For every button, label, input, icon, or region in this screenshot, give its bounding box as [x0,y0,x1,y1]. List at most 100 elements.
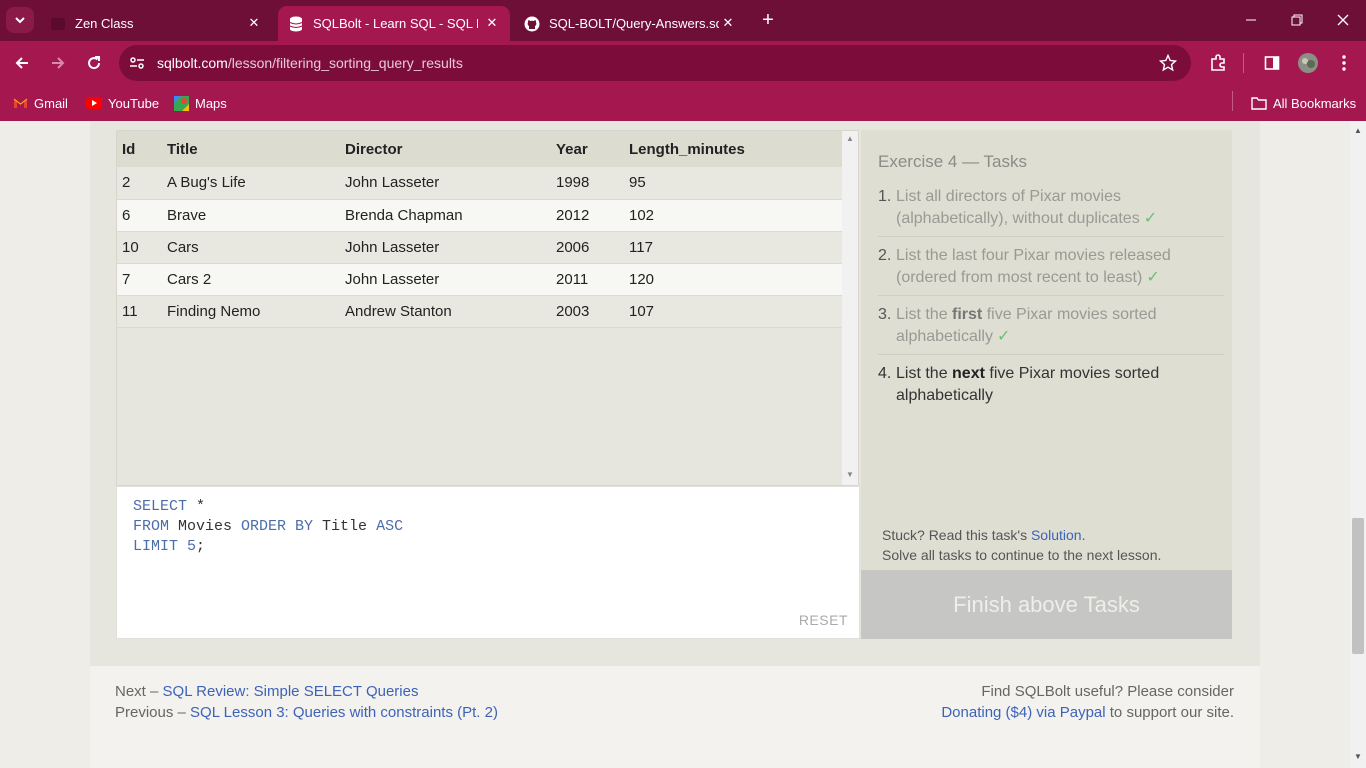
table-cell: 6 [117,199,162,232]
scroll-up-icon[interactable]: ▲ [1354,127,1362,135]
reset-button[interactable]: RESET [799,612,848,628]
table-row: 7 Cars 2 John Lasseter 2011 120 [117,263,843,296]
sql-keyword: LIMIT [133,538,179,555]
tab-zen-class[interactable]: Zen Class ✕ [40,6,272,41]
reload-icon [88,56,101,70]
table-row: 10 Cars John Lasseter 2006 117 [117,231,843,264]
stuck-label: Stuck? Read this task's [882,527,1031,543]
table-row: 2 A Bug's Life John Lasseter 1998 95 [117,167,843,200]
tab-github[interactable]: SQL-BOLT/Query-Answers.sql at ✕ [514,6,746,41]
sql-code[interactable]: SELECT * FROM Movies ORDER BY Title ASC … [133,497,403,557]
page-scrollbar[interactable]: ▲ ▼ [1350,121,1366,768]
table-cell: 1998 [551,167,624,200]
solve-all-note: Solve all tasks to continue to the next … [882,547,1162,563]
table-cell: 107 [624,295,843,328]
previous-prefix: Previous – [115,704,191,721]
sql-text: Movies [169,518,242,535]
table-cell: 95 [624,167,843,200]
task-text: List the [896,365,953,382]
avatar-icon [1298,53,1318,73]
bookmark-youtube[interactable]: YouTube [86,93,159,113]
column-header: Id [117,131,162,167]
close-window-button[interactable] [1332,10,1354,30]
previous-lesson-link[interactable]: SQL Lesson 3: Queries with constraints (… [190,704,498,721]
close-icon [1337,14,1349,26]
minimize-button[interactable] [1240,10,1262,30]
reload-button[interactable] [83,52,105,74]
scrollbar-thumb[interactable] [1352,518,1364,654]
tab-title: Zen Class [75,16,134,31]
bookmark-maps[interactable]: Maps [173,93,227,113]
column-header: Title [162,131,340,167]
task-item: 1. List all directors of Pixar movies (a… [878,186,1224,237]
tab-strip: Zen Class ✕ SQLBolt - Learn SQL - SQL Le… [0,0,1366,41]
browser-toolbar: sqlbolt.com/lesson/filtering_sorting_que… [0,41,1366,86]
sql-keyword: ORDER BY [241,518,314,535]
exercise-area: Id Title Director Year Length_minutes 2 … [90,121,1260,666]
star-icon[interactable] [1159,54,1177,72]
task-number: 1. [878,188,892,205]
help-text: Stuck? Read this task's Solution. Solve … [882,525,1161,565]
table-cell: 117 [624,231,843,264]
scroll-down-icon[interactable]: ▼ [846,471,854,479]
sql-text: Title [313,518,377,535]
table-cell: 2012 [551,199,624,232]
sql-text: * [187,498,206,515]
tab-sqlbolt[interactable]: SQLBolt - Learn SQL - SQL Lesson ✕ [278,6,510,41]
maps-icon [173,95,189,111]
restore-icon [1291,14,1303,26]
restore-button[interactable] [1286,10,1308,30]
next-lesson-link[interactable]: SQL Review: Simple SELECT Queries [163,683,419,700]
site-settings-icon[interactable] [129,55,145,71]
stuck-end: . [1081,527,1086,543]
table-cell: John Lasseter [340,167,551,200]
close-icon[interactable]: ✕ [720,15,736,31]
profile-avatar[interactable] [1297,52,1319,74]
new-tab-button[interactable]: + [758,9,778,31]
close-icon[interactable]: ✕ [246,15,262,31]
extensions-button[interactable] [1207,52,1229,74]
table-cell: 11 [117,295,162,328]
scroll-up-icon[interactable]: ▲ [846,135,854,143]
table-cell: John Lasseter [340,231,551,264]
sql-editor[interactable]: SELECT * FROM Movies ORDER BY Title ASC … [116,486,860,639]
finish-tasks-button[interactable]: Finish above Tasks [861,570,1232,639]
table-cell: Cars [162,231,340,264]
table-cell: Andrew Stanton [340,295,551,328]
sql-text: ; [196,538,206,555]
solution-link[interactable]: Solution [1031,527,1082,543]
side-panel-icon [1264,56,1280,70]
table-cell: 120 [624,263,843,296]
checkmark-icon: ✓ [996,328,1011,345]
toolbar-divider [1243,53,1244,73]
all-bookmarks-button[interactable]: All Bookmarks [1251,93,1356,113]
side-panel-button[interactable] [1261,52,1283,74]
task-number: 4. [878,365,892,382]
more-vertical-icon [1342,55,1346,71]
scroll-down-icon[interactable]: ▼ [1354,753,1362,761]
bookmark-label: Gmail [34,95,68,111]
browser-menu-button[interactable] [1333,52,1355,74]
address-bar[interactable]: sqlbolt.com/lesson/filtering_sorting_que… [119,45,1191,81]
bookmarks-divider [1232,91,1233,111]
close-icon[interactable]: ✕ [484,15,500,31]
table-cell: Brave [162,199,340,232]
donate-link[interactable]: Donating ($4) via Paypal [941,704,1105,721]
bookmark-label: Maps [195,95,227,111]
table-cell: Brenda Chapman [340,199,551,232]
tab-title: SQLBolt - Learn SQL - SQL Lesson [313,16,478,31]
arrow-left-icon [15,57,28,69]
page-content: Id Title Director Year Length_minutes 2 … [90,121,1260,768]
table-cell: 7 [117,263,162,296]
results-scrollbar[interactable]: ▲ ▼ [842,131,858,485]
forward-button[interactable] [47,52,69,74]
page-viewport: Id Title Director Year Length_minutes 2 … [0,121,1350,768]
table-cell: 102 [624,199,843,232]
table-cell: 2003 [551,295,624,328]
tab-search-button[interactable] [6,7,34,33]
bookmark-gmail[interactable]: Gmail [12,93,68,113]
bookmark-label: All Bookmarks [1273,95,1357,111]
github-icon [524,16,540,32]
back-button[interactable] [11,52,33,74]
task-number: 2. [878,247,892,264]
